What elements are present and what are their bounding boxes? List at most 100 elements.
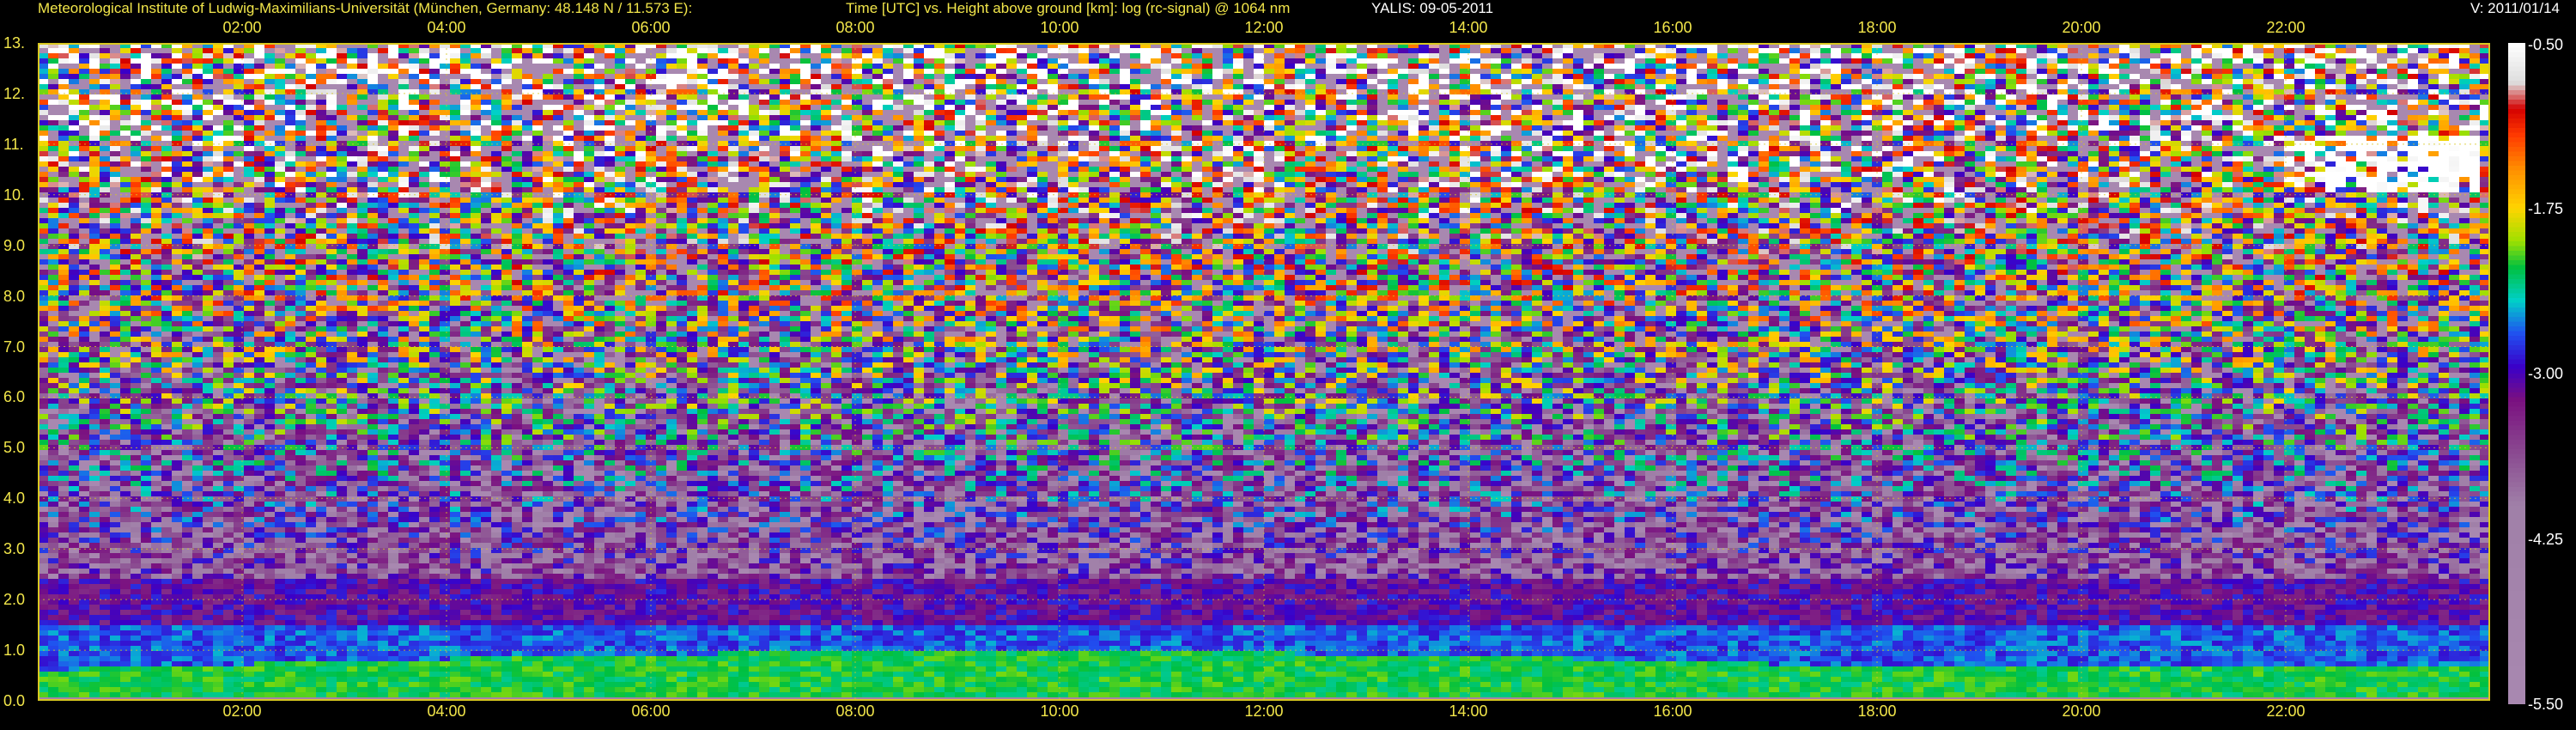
heatmap-cell	[1377, 74, 1388, 79]
heatmap-cell	[697, 74, 708, 79]
heatmap-cell	[2191, 48, 2202, 53]
heatmap-cell	[1563, 43, 1573, 48]
heatmap-cell	[2160, 43, 2171, 48]
heatmap-cell	[1666, 69, 1676, 74]
heatmap-cell	[1625, 69, 1635, 74]
heatmap-cell	[1903, 64, 1913, 69]
heatmap-cell	[2026, 58, 2037, 64]
heatmap-cell	[1233, 58, 1243, 64]
heatmap-cell	[2387, 64, 2397, 69]
heatmap-cell	[677, 64, 687, 69]
heatmap-cell	[1037, 64, 1048, 69]
heatmap-cell	[161, 74, 172, 79]
heatmap-cell	[1573, 69, 1583, 74]
heatmap-cell	[213, 69, 223, 74]
heatmap-cell	[1068, 53, 1078, 58]
heatmap-cell	[368, 74, 378, 79]
heatmap-cell	[852, 48, 862, 53]
heatmap-cell	[347, 43, 357, 48]
heatmap-cell	[1666, 48, 1676, 53]
heatmap-cell	[2037, 64, 2047, 69]
heatmap-cell	[1552, 43, 1563, 48]
heatmap-cell	[182, 69, 192, 74]
heatmap-cell	[2408, 64, 2418, 69]
heatmap-cell	[1511, 58, 1522, 64]
heatmap-cell	[2068, 64, 2078, 69]
heatmap-cell	[1532, 69, 1542, 74]
x-tick-label: 02:00	[208, 703, 276, 720]
heatmap-cell	[955, 53, 965, 58]
heatmap-cell	[841, 58, 852, 64]
heatmap-cell	[295, 48, 306, 53]
heatmap-cell	[1996, 58, 2006, 64]
heatmap-cell	[1965, 69, 1975, 74]
heatmap-cell	[89, 48, 100, 53]
heatmap-cell	[1243, 74, 1254, 79]
heatmap-cell	[584, 69, 594, 74]
heatmap-cell	[1388, 69, 1398, 74]
heatmap-cell	[1099, 48, 1109, 53]
heatmap-cell	[285, 48, 295, 53]
heatmap-cell	[1542, 43, 1552, 48]
heatmap-cell	[1522, 48, 1532, 53]
heatmap-cell	[1913, 48, 1923, 53]
heatmap-cell	[1573, 64, 1583, 69]
heatmap-cell	[1686, 74, 1697, 79]
heatmap-cell	[2470, 53, 2480, 58]
heatmap-cell	[708, 43, 718, 48]
heatmap-cell	[2099, 53, 2109, 58]
heatmap-cell	[2408, 58, 2418, 64]
heatmap-cell	[2006, 64, 2016, 69]
heatmap-cell	[1831, 43, 1841, 48]
heatmap-cell	[1017, 74, 1027, 79]
heatmap-cell	[1697, 48, 1707, 53]
heatmap-cell	[2325, 69, 2336, 74]
heatmap-cell	[2160, 53, 2171, 58]
heatmap-cell	[481, 48, 491, 53]
heatmap-cell	[1501, 43, 1511, 48]
heatmap-cell	[182, 48, 192, 53]
heatmap-cell	[749, 48, 759, 53]
heatmap-cell	[2006, 48, 2016, 53]
heatmap-cell	[543, 74, 553, 79]
heatmap-cell	[326, 48, 337, 53]
heatmap-cell	[1965, 43, 1975, 48]
heatmap-cell	[337, 43, 347, 48]
heatmap-cell	[1934, 64, 1944, 69]
heatmap-cell	[831, 64, 841, 69]
heatmap-cell	[1635, 69, 1645, 74]
heatmap-cell	[790, 43, 800, 48]
heatmap-cell	[1130, 48, 1140, 53]
heatmap-cell	[388, 74, 398, 79]
heatmap-cell	[1171, 53, 1182, 58]
heatmap-cell	[1676, 58, 1686, 64]
heatmap-cell	[1893, 53, 1903, 58]
heatmap-cell	[1017, 48, 1027, 53]
heatmap-cell	[2068, 48, 2078, 53]
heatmap-cell	[2202, 69, 2212, 74]
heatmap-cell	[1594, 43, 1604, 48]
heatmap-cell	[749, 43, 759, 48]
heatmap-cell	[182, 74, 192, 79]
heatmap-cell	[244, 43, 254, 48]
heatmap-cell	[1676, 74, 1686, 79]
heatmap-cell	[1398, 58, 1408, 64]
heatmap-cell	[2459, 53, 2470, 58]
heatmap-cell	[924, 64, 934, 69]
heatmap-cell	[1099, 58, 1109, 64]
heatmap-cell	[2129, 58, 2140, 64]
heatmap-cell	[2109, 43, 2119, 48]
heatmap-cell	[1882, 48, 1893, 53]
heatmap-cell	[1491, 48, 1501, 53]
heatmap-cell	[120, 64, 131, 69]
heatmap-cell	[378, 48, 388, 53]
heatmap-cell	[1048, 53, 1058, 58]
heatmap-cell	[1604, 74, 1614, 79]
heatmap-cell	[1212, 58, 1223, 64]
heatmap-cell	[1388, 48, 1398, 53]
heatmap-cell	[1429, 58, 1439, 64]
heatmap-cell	[1594, 74, 1604, 79]
heatmap-cell	[172, 64, 182, 69]
heatmap-cell	[1346, 69, 1357, 74]
heatmap-cell	[893, 48, 903, 53]
